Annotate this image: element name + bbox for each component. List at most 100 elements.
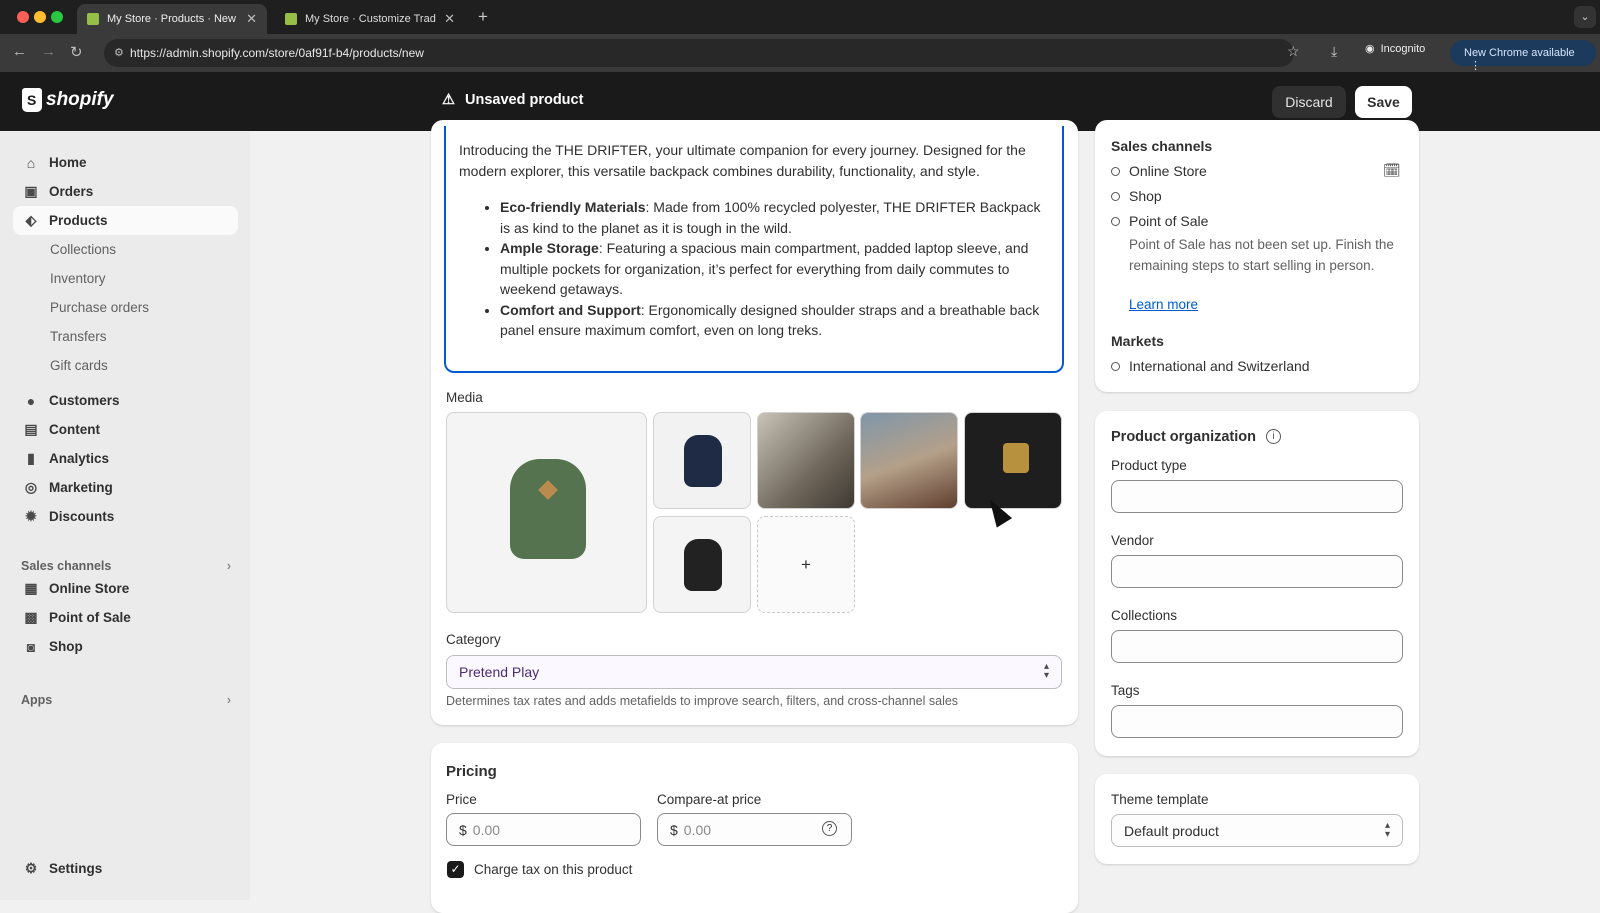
store-icon: ▦ <box>24 580 38 596</box>
sidebar-item-shop[interactable]: ◙ Shop <box>13 632 238 661</box>
product-type-label: Product type <box>1111 458 1187 473</box>
markets-title: Markets <box>1111 333 1164 349</box>
sidebar-item-inventory[interactable]: Inventory <box>50 271 106 286</box>
add-media-button[interactable]: + <box>757 516 855 613</box>
learn-more-link[interactable]: Learn more <box>1129 297 1198 312</box>
category-select[interactable]: Pretend Play ▴ ▾ <box>446 655 1062 689</box>
channel-shop: Shop <box>1111 188 1162 204</box>
discount-icon: ✹ <box>25 508 37 524</box>
media-thumb-black-backpack[interactable] <box>653 516 751 613</box>
bookmark-star-icon[interactable]: ☆ <box>1287 43 1300 60</box>
unsaved-product-indicator: ⚠ Unsaved product <box>442 92 584 108</box>
minimize-window-button[interactable] <box>34 11 46 23</box>
description-editor[interactable]: Introducing the THE DRIFTER, your ultima… <box>444 126 1064 373</box>
sidebar-item-analytics[interactable]: ▮ Analytics <box>13 444 238 473</box>
maximize-window-button[interactable] <box>51 11 63 23</box>
site-info-icon[interactable]: ⚙ <box>114 46 124 59</box>
sidebar-item-home[interactable]: ⌂ Home <box>13 148 238 177</box>
green-backpack-image <box>510 459 586 559</box>
sidebar-item-point-of-sale[interactable]: ▩ Point of Sale <box>13 603 238 632</box>
channel-point-of-sale: Point of Sale <box>1111 213 1208 229</box>
download-icon[interactable]: ⤓ <box>1331 43 1337 60</box>
info-icon[interactable]: i <box>1266 429 1281 444</box>
sidebar-item-content[interactable]: ▤ Content <box>13 415 238 444</box>
bar-chart-icon: ▮ <box>27 450 35 466</box>
product-organization-title: Product organization <box>1111 429 1256 445</box>
description-bullet: Eco-friendly Materials: Made from 100% r… <box>500 197 1049 238</box>
collections-label: Collections <box>1111 608 1178 623</box>
media-main-backpack-green[interactable] <box>446 412 647 613</box>
warning-icon: ⚠ <box>442 92 455 108</box>
price-input[interactable]: $0.00 <box>446 813 641 846</box>
sales-channels-title: Sales channels <box>1111 138 1213 154</box>
collections-input[interactable] <box>1111 630 1403 663</box>
tags-input[interactable] <box>1111 705 1403 738</box>
sidebar-item-online-store[interactable]: ▦ Online Store <box>13 574 238 603</box>
pos-setup-note: Point of Sale has not been set up. Finis… <box>1129 237 1394 273</box>
close-window-button[interactable] <box>17 11 29 23</box>
close-tab-icon[interactable]: ✕ <box>246 11 257 27</box>
new-tab-button[interactable]: + <box>478 7 488 27</box>
channel-online-store: Online Store <box>1111 163 1207 179</box>
reload-icon[interactable]: ↻ <box>70 43 83 61</box>
tag-icon: ⬖ <box>25 212 37 228</box>
product-type-input[interactable] <box>1111 480 1403 513</box>
browser-tab-strip: My Store · Products · New · S ✕ My Store… <box>0 0 1600 34</box>
home-icon: ⌂ <box>26 154 36 171</box>
sidebar-item-purchase-orders[interactable]: Purchase orders <box>50 300 149 315</box>
url-input[interactable]: ⚙ https://admin.shopify.com/store/0af91f… <box>104 39 1294 67</box>
vendor-label: Vendor <box>1111 533 1154 548</box>
media-thumb-lock[interactable] <box>964 412 1062 509</box>
shopify-favicon-icon <box>87 13 99 25</box>
media-thumb-riders[interactable] <box>757 412 855 509</box>
shop-icon: ◙ <box>26 638 36 655</box>
select-arrows-icon: ▴ ▾ <box>1043 661 1049 681</box>
compare-at-price-input[interactable]: $0.00 ? <box>657 813 852 846</box>
charge-tax-label: Charge tax on this product <box>474 862 633 877</box>
description-bullet: Comfort and Support: Ergonomically desig… <box>500 300 1049 341</box>
incognito-indicator[interactable]: ◉ Incognito <box>1365 42 1425 56</box>
discard-button[interactable]: Discard <box>1272 86 1346 118</box>
close-tab-icon[interactable]: ✕ <box>444 11 455 27</box>
apps-heading[interactable]: Apps › <box>21 693 231 707</box>
back-icon[interactable]: ← <box>12 43 27 60</box>
media-thumb-navy-backpack[interactable] <box>653 412 751 509</box>
address-bar-row: ← → ↻ ⚙ https://admin.shopify.com/store/… <box>0 34 1600 72</box>
charge-tax-checkbox[interactable]: ✓ <box>447 861 464 878</box>
price-label: Price <box>446 792 477 807</box>
sidebar-item-settings[interactable]: ⚙ Settings <box>13 854 238 883</box>
inbox-icon: ▣ <box>24 183 38 199</box>
market-status-icon <box>1111 361 1120 371</box>
browser-tab-products[interactable]: My Store · Products · New · S ✕ <box>77 4 267 34</box>
sidebar-item-gift-cards[interactable]: Gift cards <box>50 358 108 373</box>
sidebar-item-customers[interactable]: ● Customers <box>13 386 238 415</box>
sales-channels-heading[interactable]: Sales channels › <box>21 559 231 573</box>
sidebar-item-transfers[interactable]: Transfers <box>50 329 107 344</box>
vendor-input[interactable] <box>1111 555 1403 588</box>
sidebar-item-discounts[interactable]: ✹ Discounts <box>13 502 238 531</box>
manage-channels-icon[interactable]: 🗓 <box>1383 162 1401 179</box>
channel-status-icon <box>1111 191 1120 201</box>
sidebar-item-collections[interactable]: Collections <box>50 242 116 257</box>
browser-tab-customize[interactable]: My Store · Customize Trade ✕ <box>275 4 465 34</box>
sidebar-item-products[interactable]: ⬖ Products <box>13 206 238 235</box>
help-circle-icon[interactable]: ? <box>822 821 837 836</box>
compare-at-price-label: Compare-at price <box>657 792 762 807</box>
description-bullet-list: Eco-friendly Materials: Made from 100% r… <box>500 197 1049 341</box>
tab-search-button[interactable]: ⌄ <box>1574 6 1596 28</box>
theme-template-select[interactable]: Default product ▴ ▾ <box>1111 814 1403 847</box>
category-help-text: Determines tax rates and adds metafields… <box>446 694 959 708</box>
sidebar-item-marketing[interactable]: ◎ Marketing <box>13 473 238 502</box>
save-button[interactable]: Save <box>1355 86 1412 118</box>
sidebar-item-orders[interactable]: ▣ Orders <box>13 177 238 206</box>
chevron-right-icon: › <box>226 559 231 573</box>
new-chrome-available-button[interactable]: New Chrome available ⋮ <box>1450 40 1596 72</box>
shopify-logo[interactable]: shopify <box>22 88 114 112</box>
pos-icon: ▩ <box>24 609 38 625</box>
friends-outdoors-photo <box>861 413 957 508</box>
forward-icon[interactable]: → <box>41 43 56 60</box>
category-label: Category <box>446 632 501 647</box>
chrome-menu-icon[interactable]: ⋮ <box>1470 60 1481 72</box>
media-thumb-friends[interactable] <box>860 412 958 509</box>
pricing-title: Pricing <box>446 763 497 780</box>
